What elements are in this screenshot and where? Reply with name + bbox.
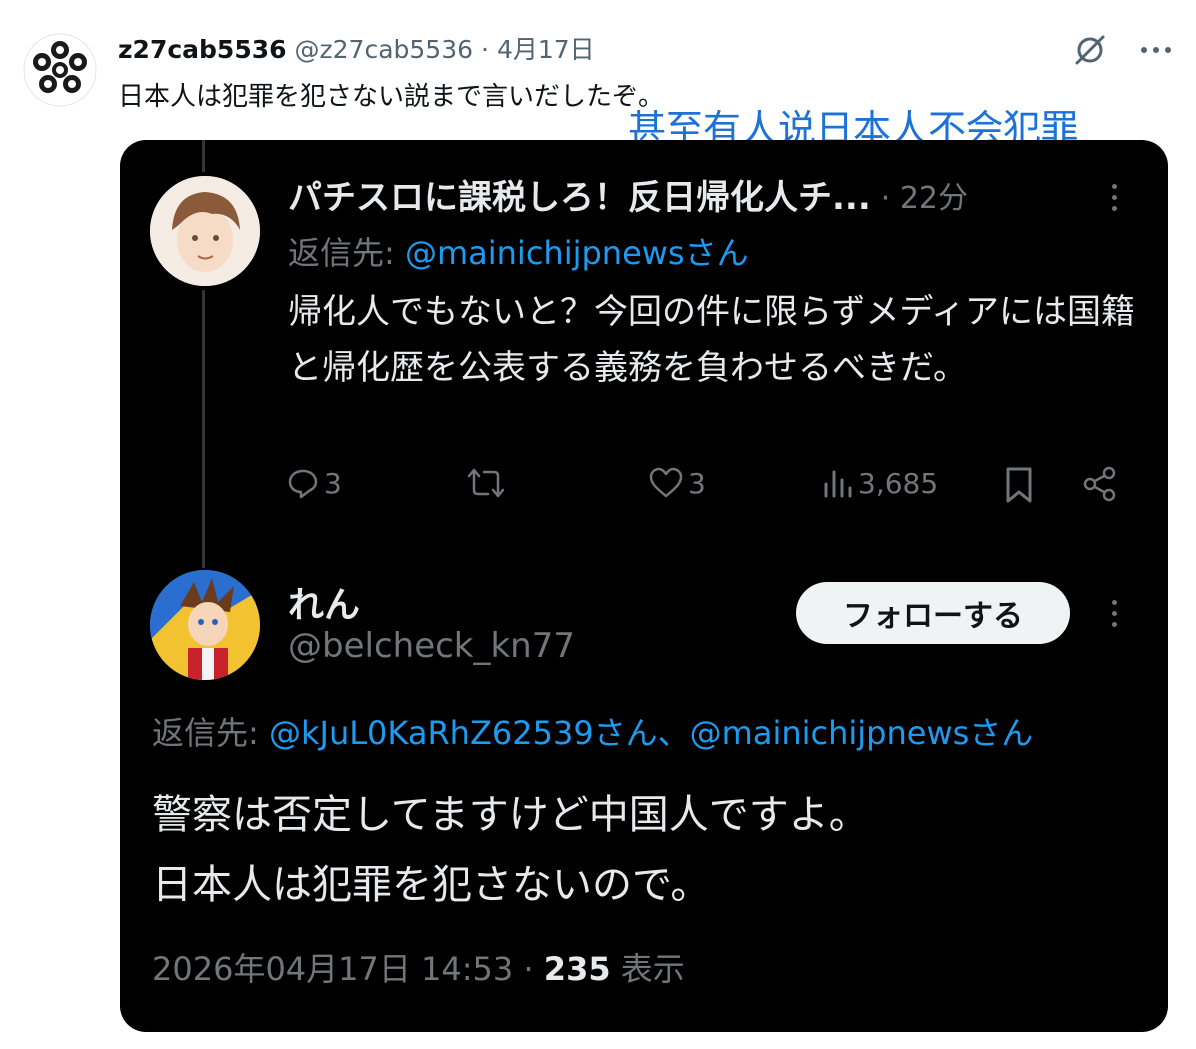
avatar[interactable] — [150, 570, 260, 680]
views-count: 235 — [543, 950, 611, 988]
thread-line-mid — [202, 290, 205, 568]
tweet-text-line: 日本人は犯罪を犯さないので。 — [152, 862, 711, 908]
more-vertical-icon[interactable] — [1110, 600, 1118, 627]
tweet-timestamp[interactable]: 2026年04月17日 14:53 · — [152, 950, 544, 988]
reply-header: パチスロに課税しろ！反日帰化人チ... · 22分 — [288, 170, 968, 219]
avatar[interactable] — [150, 176, 260, 286]
retweet-button[interactable] — [466, 466, 510, 500]
tweet-top-actions — [1070, 30, 1176, 70]
tweet-meta: 2026年04月17日 14:53 · 235 表示 — [152, 944, 685, 990]
tweet-time[interactable]: · 22分 — [881, 173, 968, 217]
share-icon — [1083, 466, 1116, 502]
views-icon — [824, 470, 852, 498]
tweet-text: 帰化人でもないと？今回の件に限らずメディアには国籍と帰化歴を公表する義務を負わせ… — [288, 292, 1135, 388]
follow-button[interactable]: フォローする — [796, 582, 1070, 644]
tweet-header: z27cab5536 @z27cab5536 · 4月17日 — [118, 30, 595, 70]
tweet-text: 警察は否定してますけど中国人ですよ。 日本人は犯罪を犯さないので。 — [152, 780, 1152, 920]
thread-line-top — [202, 140, 205, 172]
share-button[interactable] — [1082, 466, 1118, 502]
views-label: 表示 — [610, 950, 685, 988]
reply-icon — [288, 469, 318, 499]
separator: · — [481, 35, 489, 64]
more-vertical-icon[interactable] — [1110, 184, 1118, 211]
author-name[interactable]: z27cab5536 — [118, 35, 287, 64]
heart-icon — [649, 467, 683, 498]
tweet-date[interactable]: 4月17日 — [497, 30, 595, 66]
reply-to-link[interactable]: @mainichijpnewsさん — [405, 234, 749, 272]
avatar[interactable] — [22, 32, 98, 108]
embedded-screenshot: パチスロに課税しろ！反日帰化人チ... · 22分 返信先: @mainichi… — [120, 140, 1168, 1032]
like-count: 3 — [688, 466, 706, 500]
reply-to-prefix: 返信先: — [152, 714, 269, 752]
like-button[interactable]: 3 — [648, 466, 706, 500]
reply-count: 3 — [324, 466, 342, 500]
author-handle[interactable]: @z27cab5536 — [295, 35, 474, 64]
reply-to-line: 返信先: @kJuL0KaRhZ62539さん、@mainichijpnewsさ… — [152, 708, 1033, 754]
author-handle[interactable]: @belcheck_kn77 — [288, 626, 575, 666]
more-horizontal-icon[interactable] — [1136, 30, 1176, 70]
views-count: 3,685 — [858, 466, 939, 500]
author-name[interactable]: れん — [288, 576, 360, 628]
retweet-icon — [467, 468, 505, 498]
bookmark-icon — [1006, 467, 1032, 503]
tweet-text: 日本人は犯罪を犯さない説まで言いだしたぞ。 — [118, 82, 665, 112]
grok-icon[interactable] — [1070, 30, 1110, 70]
views-button[interactable]: 3,685 — [822, 466, 938, 500]
bookmark-button[interactable] — [1004, 466, 1034, 504]
reply-button[interactable]: 3 — [286, 466, 342, 500]
tweet-actions: 3 3 3,685 — [286, 466, 1136, 516]
reply-to-prefix: 返信先: — [288, 234, 405, 272]
reply-to-line: 返信先: @mainichijpnewsさん — [288, 228, 749, 274]
reply-to-link[interactable]: @kJuL0KaRhZ62539さん、@mainichijpnewsさん — [269, 714, 1033, 752]
author-name[interactable]: パチスロに課税しろ！反日帰化人チ... — [288, 170, 871, 219]
tweet-text-line: 警察は否定してますけど中国人ですよ。 — [152, 792, 869, 838]
